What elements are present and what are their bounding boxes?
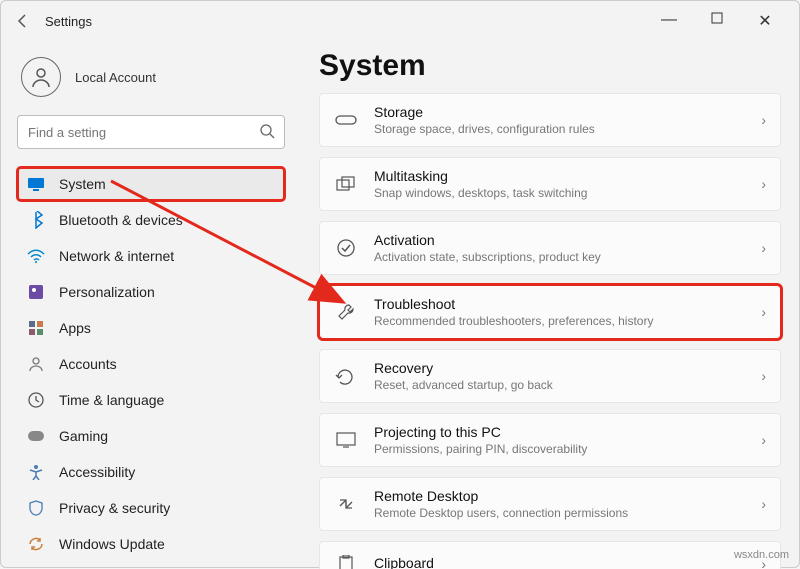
sidebar-item-system[interactable]: System <box>17 167 285 201</box>
gaming-icon <box>27 427 45 445</box>
sidebar-item-personalization[interactable]: Personalization <box>17 275 285 309</box>
card-title: Troubleshoot <box>374 296 745 312</box>
settings-cards: Storage Storage space, drives, configurat… <box>319 93 781 569</box>
card-activation[interactable]: Activation Activation state, subscription… <box>319 221 781 275</box>
main-content: System Storage Storage space, drives, con… <box>301 41 799 569</box>
person-icon <box>29 65 53 89</box>
card-clipboard[interactable]: Clipboard › <box>319 541 781 569</box>
card-title: Multitasking <box>374 168 745 184</box>
sidebar-item-accounts[interactable]: Accounts <box>17 347 285 381</box>
activation-icon <box>334 236 358 260</box>
paint-icon <box>27 283 45 301</box>
avatar <box>21 57 61 97</box>
page-title: System <box>319 49 781 83</box>
bluetooth-icon <box>27 211 45 229</box>
chevron-right-icon: › <box>761 432 766 448</box>
settings-window: Settings — ✕ Local Account <box>0 0 800 568</box>
sidebar-item-bluetooth[interactable]: Bluetooth & devices <box>17 203 285 237</box>
search-box[interactable] <box>17 115 285 149</box>
arrow-left-icon <box>15 13 31 29</box>
sidebar-item-gaming[interactable]: Gaming <box>17 419 285 453</box>
sidebar-item-apps[interactable]: Apps <box>17 311 285 345</box>
shield-icon <box>27 499 45 517</box>
chevron-right-icon: › <box>761 240 766 256</box>
sidebar-item-label: Personalization <box>59 284 155 300</box>
chevron-right-icon: › <box>761 368 766 384</box>
sidebar-item-network[interactable]: Network & internet <box>17 239 285 273</box>
card-multitasking[interactable]: Multitasking Snap windows, desktops, task… <box>319 157 781 211</box>
sidebar-item-label: Accounts <box>59 356 117 372</box>
wifi-icon <box>27 247 45 265</box>
clipboard-icon <box>334 552 358 569</box>
card-subtitle: Storage space, drives, configuration rul… <box>374 122 745 136</box>
sidebar: Local Account System Bluetooth & devices <box>1 41 301 569</box>
display-icon <box>27 175 45 193</box>
maximize-button[interactable] <box>703 11 731 31</box>
sidebar-item-label: Privacy & security <box>59 500 170 516</box>
card-subtitle: Permissions, pairing PIN, discoverabilit… <box>374 442 745 456</box>
card-subtitle: Activation state, subscriptions, product… <box>374 250 745 264</box>
titlebar: Settings — ✕ <box>1 1 799 41</box>
card-title: Projecting to this PC <box>374 424 745 440</box>
sidebar-item-time-language[interactable]: Time & language <box>17 383 285 417</box>
card-title: Clipboard <box>374 555 745 569</box>
window-controls: — ✕ <box>655 11 791 31</box>
card-title: Activation <box>374 232 745 248</box>
clock-icon <box>27 391 45 409</box>
nav-list: System Bluetooth & devices Network & int… <box>17 167 285 561</box>
account-section[interactable]: Local Account <box>17 49 285 115</box>
sidebar-item-windows-update[interactable]: Windows Update <box>17 527 285 561</box>
card-recovery[interactable]: Recovery Reset, advanced startup, go back… <box>319 349 781 403</box>
card-title: Recovery <box>374 360 745 376</box>
chevron-right-icon: › <box>761 304 766 320</box>
troubleshoot-icon <box>334 300 358 324</box>
accessibility-icon <box>27 463 45 481</box>
close-button[interactable]: ✕ <box>751 11 779 31</box>
recovery-icon <box>334 364 358 388</box>
window-title: Settings <box>45 14 92 29</box>
card-subtitle: Snap windows, desktops, task switching <box>374 186 745 200</box>
card-title: Storage <box>374 104 745 120</box>
sidebar-item-label: Network & internet <box>59 248 174 264</box>
minimize-button[interactable]: — <box>655 11 683 31</box>
storage-icon <box>334 108 358 132</box>
back-button[interactable] <box>9 7 37 35</box>
chevron-right-icon: › <box>761 112 766 128</box>
multitasking-icon <box>334 172 358 196</box>
sidebar-item-label: Gaming <box>59 428 108 444</box>
sidebar-item-accessibility[interactable]: Accessibility <box>17 455 285 489</box>
sidebar-item-privacy[interactable]: Privacy & security <box>17 491 285 525</box>
watermark: wsxdn.com <box>734 549 789 561</box>
card-storage[interactable]: Storage Storage space, drives, configurat… <box>319 93 781 147</box>
card-troubleshoot[interactable]: Troubleshoot Recommended troubleshooters,… <box>319 285 781 339</box>
chevron-right-icon: › <box>761 496 766 512</box>
card-title: Remote Desktop <box>374 488 745 504</box>
sidebar-item-label: Accessibility <box>59 464 135 480</box>
update-icon <box>27 535 45 553</box>
card-subtitle: Remote Desktop users, connection permiss… <box>374 506 745 520</box>
sidebar-item-label: System <box>59 176 106 192</box>
sidebar-item-label: Time & language <box>59 392 164 408</box>
projecting-icon <box>334 428 358 452</box>
remote-desktop-icon <box>334 492 358 516</box>
card-subtitle: Reset, advanced startup, go back <box>374 378 745 392</box>
accounts-icon <box>27 355 45 373</box>
sidebar-item-label: Windows Update <box>59 536 165 552</box>
search-icon <box>259 123 275 144</box>
card-projecting[interactable]: Projecting to this PC Permissions, pairin… <box>319 413 781 467</box>
sidebar-item-label: Bluetooth & devices <box>59 212 183 228</box>
apps-icon <box>27 319 45 337</box>
account-name: Local Account <box>75 70 156 85</box>
card-remote-desktop[interactable]: Remote Desktop Remote Desktop users, conn… <box>319 477 781 531</box>
card-subtitle: Recommended troubleshooters, preferences… <box>374 314 745 328</box>
chevron-right-icon: › <box>761 176 766 192</box>
search-input[interactable] <box>17 115 285 149</box>
sidebar-item-label: Apps <box>59 320 91 336</box>
